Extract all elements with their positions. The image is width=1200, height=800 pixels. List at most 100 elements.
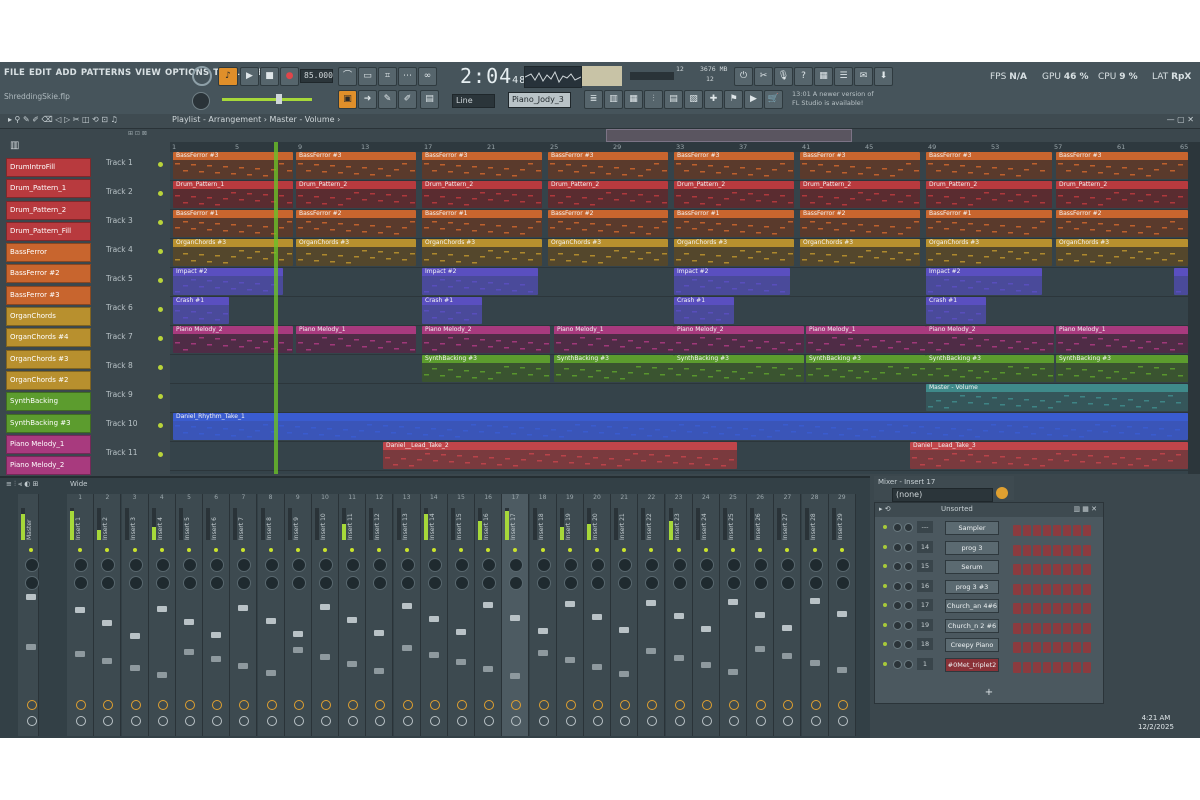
step-pad[interactable]: [1023, 583, 1031, 595]
track-mute-led[interactable]: [158, 365, 163, 370]
channel-name-button[interactable]: Sampler: [945, 521, 999, 535]
track-mute-led[interactable]: [158, 307, 163, 312]
insert-route-knob[interactable]: [996, 487, 1008, 499]
send-knob[interactable]: [837, 700, 848, 710]
channel-row[interactable]: 17 Church_an 4#6: [879, 599, 1101, 614]
step-pad[interactable]: [1043, 642, 1051, 653]
volume-fader[interactable]: [456, 629, 466, 635]
mute-led[interactable]: [513, 548, 518, 552]
step-pad[interactable]: [1083, 661, 1091, 673]
playlist-clip[interactable]: OrganChords #3: [1056, 239, 1188, 266]
mute-led[interactable]: [29, 548, 33, 552]
stereo-separation-knob[interactable]: [210, 576, 225, 590]
channel-fader[interactable]: [129, 665, 140, 671]
pan-knob[interactable]: [672, 558, 687, 572]
pattern-item[interactable]: OrganChords: [6, 307, 91, 327]
track-header[interactable]: Track 10: [106, 419, 138, 428]
step-pad[interactable]: [1033, 622, 1041, 634]
channel-row[interactable]: 18 Creepy Piano: [879, 638, 1101, 653]
master-volume-handle[interactable]: [276, 94, 282, 104]
track-header[interactable]: Track 6: [106, 303, 133, 312]
mixer-channel[interactable]: 25 Insert 25: [720, 494, 747, 736]
tools-icon[interactable]: ✂: [754, 67, 773, 86]
volume-fader[interactable]: [809, 598, 820, 604]
route-knob[interactable]: [565, 716, 576, 726]
route-knob[interactable]: [620, 716, 631, 726]
step-pad[interactable]: [1033, 564, 1041, 575]
route-knob[interactable]: [538, 716, 549, 726]
stereo-separation-knob[interactable]: [74, 576, 89, 590]
metronome-icon[interactable]: ⌒: [338, 67, 357, 86]
rack-close-icon[interactable]: ▥ ▦ ✕: [1073, 505, 1097, 513]
playlist-clip[interactable]: BassFerror #2: [548, 210, 668, 237]
pan-knob[interactable]: [291, 558, 306, 572]
channel-fader[interactable]: [374, 668, 385, 674]
send-knob[interactable]: [674, 700, 685, 710]
playlist-clip[interactable]: BassFerror #2: [800, 210, 920, 237]
channel-volume-knob[interactable]: [904, 659, 913, 669]
volume-fader[interactable]: [728, 599, 738, 605]
track-lane[interactable]: Piano Melody_2 Piano Melody_1 Piano Melody…: [170, 326, 1188, 355]
route-knob[interactable]: [185, 716, 195, 726]
mixer-channel[interactable]: 24 Insert 24: [692, 494, 720, 736]
step-pad[interactable]: [1053, 603, 1061, 614]
mute-led[interactable]: [812, 548, 817, 552]
track-mute-led[interactable]: [158, 336, 163, 341]
mute-led[interactable]: [214, 548, 219, 552]
mute-led[interactable]: [404, 548, 409, 552]
track-lane[interactable]: Drum_Pattern_1 Drum_Pattern_2 Drum_Pattern…: [170, 181, 1188, 210]
track-header[interactable]: Track 11: [106, 448, 138, 457]
step-pad[interactable]: [1083, 583, 1091, 595]
step-pad[interactable]: [1063, 564, 1071, 575]
channel-fader[interactable]: [564, 657, 575, 663]
send-knob[interactable]: [484, 700, 495, 710]
stereo-separation-knob[interactable]: [25, 576, 39, 590]
channel-fader[interactable]: [347, 661, 358, 667]
playlist-clip[interactable]: BassFerror #1: [422, 210, 542, 237]
playlist-clip[interactable]: SynthBacking #3: [1056, 355, 1188, 382]
playlist-clip[interactable]: Piano Melody_2: [926, 326, 1054, 353]
mixer-channel[interactable]: 20 Insert 20: [584, 494, 611, 736]
channel-fader[interactable]: [510, 673, 521, 679]
mixer-master-channel[interactable]: Master: [18, 494, 39, 736]
volume-fader[interactable]: [184, 619, 194, 625]
route-knob[interactable]: [103, 716, 114, 726]
volume-fader[interactable]: [75, 607, 86, 613]
playlist-clip[interactable]: SynthBacking #3: [674, 355, 804, 382]
channel-fader[interactable]: [619, 671, 630, 677]
pan-knob[interactable]: [128, 558, 143, 572]
channel-fader[interactable]: [809, 660, 820, 666]
mixer-toolbar-icons[interactable]: ≡ ⫶ ⫷ ◐ ⊞: [6, 480, 38, 489]
step-pad[interactable]: [1043, 583, 1051, 595]
step-sequencer[interactable]: [1013, 658, 1095, 673]
volume-fader[interactable]: [401, 603, 412, 609]
templates-icon[interactable]: ☰: [834, 67, 853, 86]
step-pad[interactable]: [1013, 544, 1021, 556]
stereo-separation-knob[interactable]: [455, 576, 469, 590]
step-pad[interactable]: [1053, 525, 1061, 536]
stereo-separation-knob[interactable]: [101, 576, 116, 590]
mute-led[interactable]: [159, 548, 164, 552]
playlist-clip[interactable]: SynthBacking #3: [926, 355, 1054, 382]
playlist-clip[interactable]: Crash #1: [422, 297, 482, 324]
step-edit-icon[interactable]: ⋯: [398, 67, 417, 86]
track-mute-led[interactable]: [158, 423, 163, 428]
step-pad[interactable]: [1063, 622, 1071, 634]
step-pad[interactable]: [1043, 661, 1051, 673]
mixer-channel[interactable]: 1 Insert 1: [67, 494, 95, 736]
channel-fader[interactable]: [646, 648, 657, 654]
channel-pan-knob[interactable]: [893, 523, 902, 532]
step-sequencer[interactable]: [1013, 599, 1095, 614]
track-header[interactable]: Track 1: [106, 158, 133, 167]
playlist-clip[interactable]: Master - Volume: [926, 384, 1188, 411]
pencil-tool-icon[interactable]: ✎: [378, 90, 397, 109]
playlist-clip[interactable]: Piano Melody_1: [1056, 326, 1188, 353]
playlist-clip[interactable]: Crash #1: [173, 297, 229, 324]
channel-fader[interactable]: [26, 644, 36, 650]
route-knob[interactable]: [402, 716, 413, 726]
channel-name-button[interactable]: prog 3 #3: [945, 579, 999, 594]
stereo-separation-knob[interactable]: [645, 576, 660, 590]
playlist-clip[interactable]: BassFerror #3: [926, 152, 1052, 179]
volume-fader[interactable]: [483, 602, 494, 608]
playhead[interactable]: [274, 142, 278, 474]
